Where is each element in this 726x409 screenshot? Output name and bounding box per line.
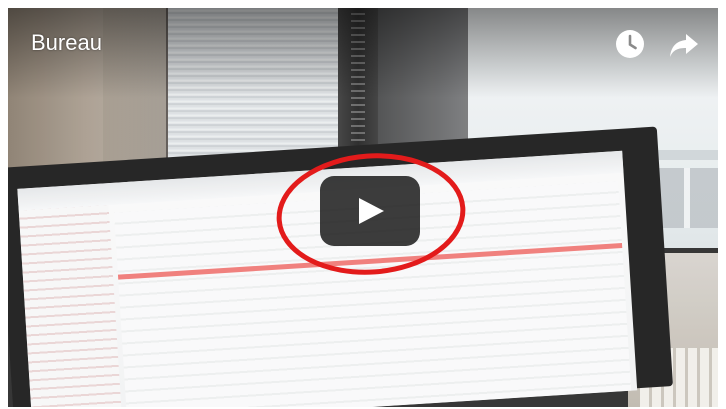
watch-later-button[interactable]	[614, 28, 646, 60]
play-button[interactable]	[320, 176, 420, 246]
share-arrow-icon	[670, 34, 698, 57]
share-button[interactable]	[668, 30, 700, 60]
play-icon	[359, 198, 384, 224]
clock-icon	[616, 30, 644, 58]
video-player[interactable]: Bureau	[8, 8, 718, 407]
video-title[interactable]: Bureau	[31, 30, 102, 56]
title-bar-gradient	[8, 8, 718, 98]
